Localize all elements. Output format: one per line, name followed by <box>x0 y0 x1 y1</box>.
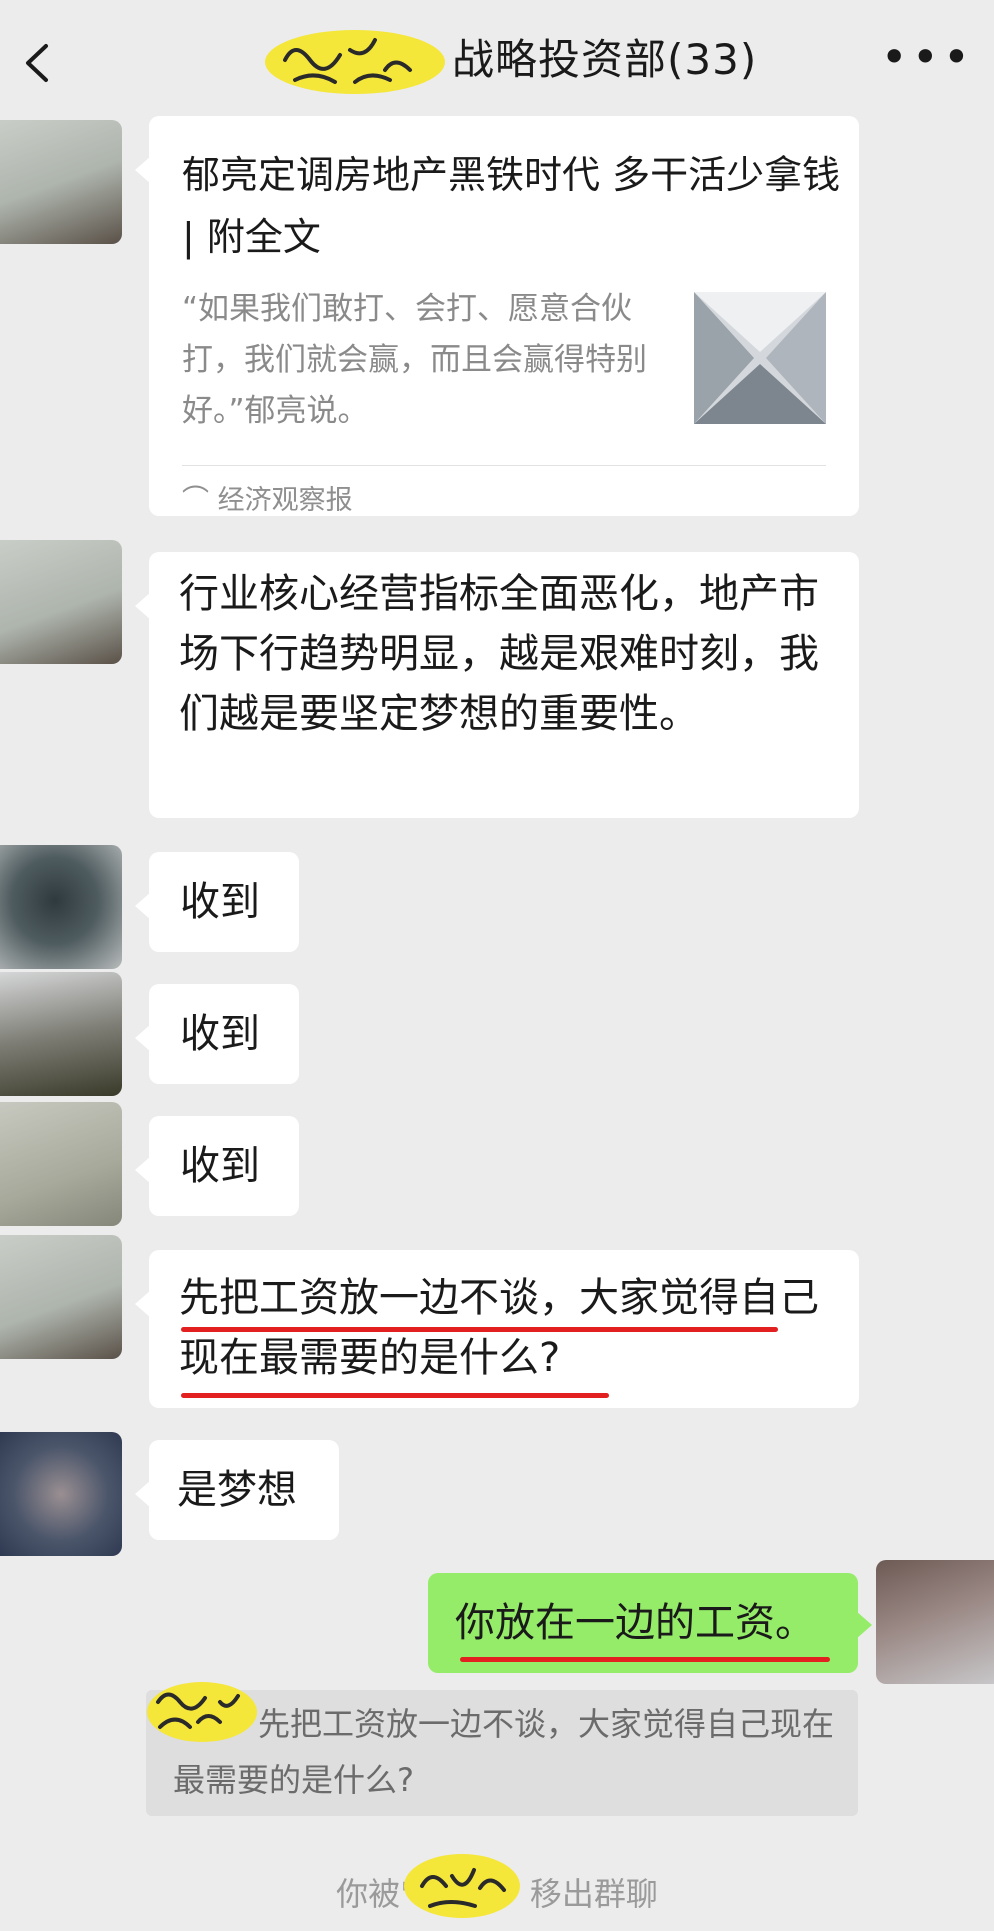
avatar[interactable] <box>0 972 122 1096</box>
card-source: ⌒ 经济观察报 <box>182 478 353 517</box>
chevron-left-icon <box>26 44 48 82</box>
quoted-text: 先把工资放一边不谈，大家觉得自己现在最需要的是什么? <box>173 1705 835 1799</box>
avatar[interactable] <box>0 120 122 244</box>
message-bubble[interactable]: 收到 <box>135 852 299 952</box>
chat-title: 战略投资部(33) <box>452 35 758 84</box>
redaction-scribble <box>265 30 445 94</box>
message-text: 行业核心经营指标全面恶化，地产市场下行趋势明显，越是艰难时刻，我们越是要坚定梦想… <box>179 571 819 737</box>
chat-header: 战略投资部(33) ••• <box>0 0 994 115</box>
avatar[interactable] <box>0 540 122 664</box>
redaction-scribble <box>147 1682 257 1742</box>
card-divider <box>182 465 826 466</box>
message-bubble[interactable]: 是梦想 <box>135 1440 339 1540</box>
message-text: 收到 <box>180 879 260 925</box>
red-underline <box>460 1657 830 1662</box>
avatar[interactable] <box>0 845 122 969</box>
link-card-message[interactable]: 郁亮定调房地产黑铁时代 多干活少拿钱 | 附全文 “如果我们敢打、会打、愿意合伙… <box>135 116 859 517</box>
my-avatar[interactable] <box>876 1560 994 1684</box>
message-bubble[interactable]: 收到 <box>135 984 299 1084</box>
redaction-scribble <box>404 1854 520 1918</box>
message-bubble[interactable]: 收到 <box>135 1116 299 1216</box>
card-title: 郁亮定调房地产黑铁时代 多干活少拿钱 | 附全文 <box>182 153 841 259</box>
source-icon: ⌒ <box>182 485 209 516</box>
system-notice-suffix: 移出群聊 <box>529 1875 658 1913</box>
card-source-name: 经济观察报 <box>217 485 353 516</box>
message-text: 收到 <box>180 1143 260 1189</box>
message-text: 你放在一边的工资。 <box>455 1600 815 1646</box>
avatar[interactable] <box>0 1102 122 1226</box>
back-button[interactable] <box>18 38 58 88</box>
message-bubble[interactable]: 先把工资放一边不谈，大家觉得自己现在最需要的是什么? <box>135 1250 859 1408</box>
avatar[interactable] <box>0 1432 122 1556</box>
card-description: “如果我们敢打、会打、愿意合伙打，我们就会赢，而且会赢得特别好。”郁亮说。 <box>182 291 647 429</box>
red-underline <box>181 1393 609 1398</box>
more-button[interactable]: ••• <box>881 34 974 80</box>
more-dots-icon: ••• <box>880 30 974 84</box>
message-bubble[interactable]: 行业核心经营指标全面恶化，地产市场下行趋势明显，越是艰难时刻，我们越是要坚定梦想… <box>135 552 859 818</box>
card-thumbnail <box>694 292 826 424</box>
message-text: 是梦想 <box>177 1467 297 1513</box>
avatar[interactable] <box>0 1235 122 1359</box>
red-underline <box>181 1327 778 1332</box>
my-message-bubble[interactable]: 你放在一边的工资。 <box>428 1573 872 1673</box>
message-text: 收到 <box>180 1011 260 1057</box>
